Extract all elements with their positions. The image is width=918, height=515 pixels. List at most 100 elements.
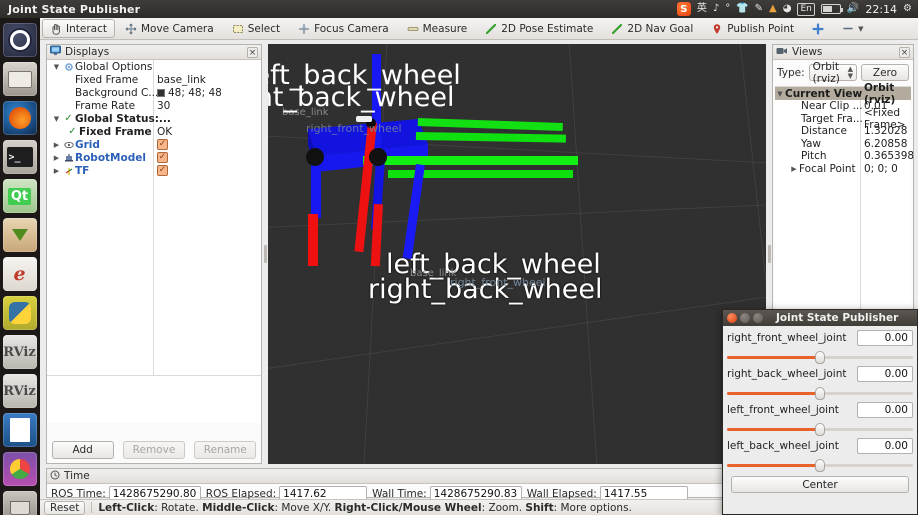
pose-arrow-icon bbox=[485, 23, 497, 35]
document-icon[interactable] bbox=[2, 413, 37, 447]
close-button[interactable] bbox=[727, 313, 737, 323]
maximize-button[interactable] bbox=[753, 313, 763, 323]
eagle-icon[interactable]: e bbox=[2, 257, 37, 291]
tool-publish-point[interactable]: Publish Point bbox=[703, 19, 802, 38]
disclosure-arrow-icon[interactable]: ▶ bbox=[789, 165, 799, 173]
slider-handle[interactable] bbox=[815, 387, 825, 400]
joint-value-input[interactable]: 0.00 bbox=[857, 366, 913, 382]
rviz-icon-2[interactable]: RViz bbox=[2, 374, 37, 408]
settings-gear-icon[interactable]: ⚙ bbox=[903, 4, 912, 14]
jsp-titlebar[interactable]: Joint State Publisher bbox=[723, 310, 917, 326]
battery-icon[interactable] bbox=[820, 4, 843, 14]
tool-move-camera[interactable]: Move Camera bbox=[117, 19, 222, 38]
views-row-value[interactable]: 6.20858 bbox=[864, 138, 907, 150]
views-tree[interactable]: ▼ Current View Orbit (rviz) Near Clip ..… bbox=[775, 82, 914, 322]
files-icon[interactable] bbox=[2, 62, 37, 96]
degrees-icon[interactable]: ° bbox=[725, 4, 730, 14]
views-row-yaw[interactable]: Yaw 6.20858 bbox=[775, 138, 911, 151]
views-row-current-view[interactable]: ▼ Current View Orbit (rviz) bbox=[775, 82, 911, 106]
slider-fill bbox=[727, 356, 820, 359]
rename-button[interactable]: Rename bbox=[194, 441, 257, 459]
center-button[interactable]: Center bbox=[731, 476, 909, 493]
joint-value-input[interactable]: 0.00 bbox=[857, 402, 913, 418]
joint-value-input[interactable]: 0.00 bbox=[857, 438, 913, 454]
tree-row-frame-rate[interactable]: Frame Rate 30 bbox=[47, 99, 261, 112]
close-icon[interactable]: × bbox=[899, 46, 910, 58]
tf-checkbox[interactable]: ✓ bbox=[157, 165, 168, 176]
toolbar-overflow-button[interactable]: ▼ bbox=[834, 19, 871, 38]
keyboard-layout-icon[interactable]: En bbox=[797, 2, 815, 16]
trash-icon[interactable] bbox=[2, 491, 37, 515]
zero-button[interactable]: Zero bbox=[861, 64, 909, 81]
chinese-input-icon[interactable]: 英 bbox=[697, 4, 707, 14]
tree-value[interactable]: 30 bbox=[157, 100, 170, 112]
tool-interact[interactable]: Interact bbox=[42, 19, 115, 38]
disclosure-arrow-icon[interactable]: ▼ bbox=[51, 63, 62, 71]
close-icon[interactable]: × bbox=[247, 46, 258, 58]
disclosure-arrow-icon[interactable]: ▶ bbox=[51, 167, 62, 175]
views-row-distance[interactable]: Distance 1.32028 bbox=[775, 125, 911, 138]
minimize-button[interactable] bbox=[740, 313, 750, 323]
tree-value[interactable]: base_link bbox=[157, 74, 206, 86]
disclosure-arrow-icon[interactable]: ▼ bbox=[51, 115, 62, 123]
tool-select[interactable]: Select bbox=[224, 19, 288, 38]
views-type-select[interactable]: Orbit (rviz) ▲ ▼ bbox=[808, 61, 857, 85]
joint-slider-left-back-wheel[interactable] bbox=[727, 457, 913, 473]
pen-icon[interactable]: ✎ bbox=[755, 4, 763, 14]
toolbar-add-tool-button[interactable] bbox=[804, 19, 832, 38]
chrome-icon[interactable] bbox=[2, 452, 37, 486]
tool-measure[interactable]: Measure bbox=[399, 19, 476, 38]
tool-2d-pose-estimate[interactable]: 2D Pose Estimate bbox=[477, 19, 601, 38]
joint-slider-left-front-wheel[interactable] bbox=[727, 421, 913, 437]
terminal-icon[interactable]: >_ bbox=[2, 140, 37, 174]
spinner-arrows-icon[interactable]: ▲ ▼ bbox=[848, 65, 853, 80]
slider-handle[interactable] bbox=[815, 423, 825, 436]
archive-manager-icon[interactable] bbox=[2, 218, 37, 252]
qtcreator-icon[interactable]: Qt bbox=[2, 179, 37, 213]
wifi-icon[interactable]: ◕ bbox=[783, 4, 792, 14]
displays-tree[interactable]: ▼ Global Options Fixed Frame base_link B… bbox=[47, 60, 261, 375]
joint-slider-right-front-wheel[interactable] bbox=[727, 349, 913, 365]
reset-button[interactable]: Reset bbox=[44, 500, 86, 515]
joint-slider-right-back-wheel[interactable] bbox=[727, 385, 913, 401]
3d-viewport[interactable]: base_link right_front_wheel left_back_wh… bbox=[268, 44, 766, 464]
firefox-icon[interactable] bbox=[2, 101, 37, 135]
views-row-target-frame[interactable]: Target Fra... <Fixed Frame> bbox=[775, 107, 911, 131]
disclosure-arrow-icon[interactable]: ▶ bbox=[51, 154, 62, 162]
robotmodel-checkbox[interactable]: ✓ bbox=[157, 152, 168, 163]
ubuntu-dash-icon[interactable] bbox=[2, 23, 37, 57]
views-row-value[interactable]: 1.32028 bbox=[864, 125, 907, 137]
tree-row-global-status[interactable]: ▼ ✓ Global Status:... bbox=[47, 112, 261, 125]
disclosure-arrow-icon[interactable]: ▶ bbox=[51, 141, 62, 149]
add-button[interactable]: Add bbox=[51, 441, 114, 459]
tree-row-global-options[interactable]: ▼ Global Options bbox=[47, 60, 261, 73]
tool-focus-camera[interactable]: Focus Camera bbox=[290, 19, 397, 38]
tree-row-grid[interactable]: ▶ Grid ✓ bbox=[47, 138, 261, 151]
views-row-focal-point[interactable]: ▶ Focal Point 0; 0; 0 bbox=[775, 163, 911, 176]
shirt-icon[interactable]: 👕 bbox=[736, 4, 748, 14]
tool-2d-nav-goal[interactable]: 2D Nav Goal bbox=[603, 19, 701, 38]
joint-value-input[interactable]: 0.00 bbox=[857, 330, 913, 346]
disclosure-arrow-icon[interactable]: ▼ bbox=[775, 90, 785, 98]
moon-icon[interactable]: ♪ bbox=[713, 4, 719, 14]
views-row-value[interactable]: 0; 0; 0 bbox=[864, 163, 898, 175]
rviz-icon-1[interactable]: RViz bbox=[2, 335, 37, 369]
tree-row-status-fixed-frame[interactable]: ✓ Fixed Frame OK bbox=[47, 125, 261, 138]
sogou-icon[interactable]: S bbox=[676, 2, 691, 16]
clock[interactable]: 22:14 bbox=[865, 3, 897, 16]
slider-handle[interactable] bbox=[815, 459, 825, 472]
camera-icon bbox=[776, 46, 788, 59]
tree-row-background-color[interactable]: Background C... 48; 48; 48 bbox=[47, 86, 261, 99]
bird-icon[interactable]: ▲ bbox=[769, 4, 777, 14]
tree-row-fixed-frame[interactable]: Fixed Frame base_link bbox=[47, 73, 261, 86]
volume-icon[interactable]: 🔊 bbox=[847, 4, 859, 14]
python-icon[interactable] bbox=[2, 296, 37, 330]
views-row-value[interactable]: 0.365398 bbox=[864, 150, 914, 162]
tree-value[interactable]: 48; 48; 48 bbox=[157, 87, 222, 99]
views-row-pitch[interactable]: Pitch 0.365398 bbox=[775, 150, 914, 163]
remove-button[interactable]: Remove bbox=[122, 441, 185, 459]
tree-row-robotmodel[interactable]: ▶ RobotModel ✓ bbox=[47, 151, 261, 164]
slider-handle[interactable] bbox=[815, 351, 825, 364]
grid-checkbox[interactable]: ✓ bbox=[157, 139, 168, 150]
tree-row-tf[interactable]: ▶ TF ✓ bbox=[47, 164, 261, 177]
